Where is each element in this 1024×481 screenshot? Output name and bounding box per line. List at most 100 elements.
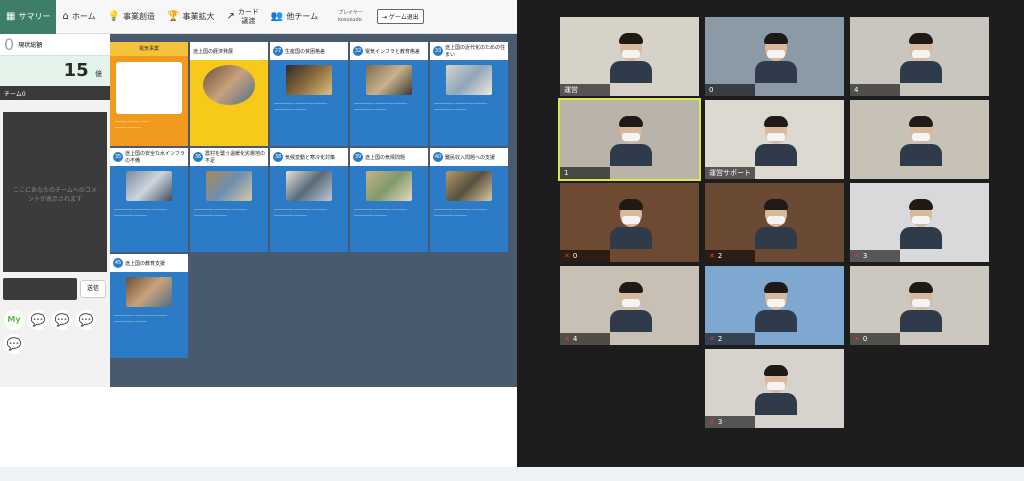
speech-bubble-icon[interactable]: 💬 (76, 310, 96, 330)
participant-hair (619, 282, 643, 293)
home-icon: ⌂ (62, 11, 69, 22)
nav-business-expand[interactable]: 🏆 事業拡大 (161, 0, 220, 34)
card-39[interactable]: 39 途上国の気候問題 ──────── ─────── ────── ─────… (350, 148, 428, 252)
player-name: kosuzudo (338, 16, 362, 23)
card-45[interactable]: 45 途上国の教育支援 ──────── ─────── ────── ─────… (110, 254, 188, 358)
card-number: 27 (273, 46, 283, 56)
participant-mask (767, 133, 785, 141)
participant-name-bar: ✕ 0 (850, 333, 900, 345)
participant-hair (764, 365, 788, 376)
card-image (366, 171, 412, 201)
participant-mask (622, 50, 640, 58)
participant-tile[interactable]: ✕ 2 (705, 266, 844, 345)
participant-tile[interactable]: ✕ 3 (850, 183, 989, 262)
participant-video (755, 116, 797, 166)
card-image (366, 65, 412, 95)
participant-hair (764, 116, 788, 127)
participant-name-bar: ✕ 3 (850, 250, 900, 262)
card-yellow[interactable]: 途上国の経済発展 (190, 42, 268, 146)
card-orange-image (116, 62, 182, 114)
participant-hair (909, 116, 933, 127)
card-35[interactable]: 35 途上国の安全な水インフラの不備 ──────── ─────── ─────… (110, 148, 188, 252)
mic-muted-icon: ✕ (854, 252, 860, 260)
card-27[interactable]: 27 生産国の貧困格差 ──────── ─────── ────── ─────… (270, 42, 348, 146)
participant-mask (912, 50, 930, 58)
participant-hair (619, 116, 643, 127)
nav-create-label: 事業創造 (123, 12, 156, 21)
card-number: 38 (273, 152, 283, 162)
nav-home[interactable]: ⌂ ホーム (56, 0, 101, 34)
card-number: 36 (193, 152, 203, 162)
participant-name: 運営サポート (709, 169, 751, 177)
card-38[interactable]: 38 気候変動と寒冷化対策 ──────── ─────── ────── ───… (270, 148, 348, 252)
team-chat-log: ここにあなたのチームへのコメントが表示されます (3, 112, 107, 272)
participant-tile[interactable]: ✕ 0 (560, 183, 699, 262)
stamp-palette: My 💬 💬 💬 💬 (4, 310, 108, 354)
participant-video (900, 282, 942, 332)
participant-tile[interactable]: 4 (850, 17, 989, 96)
nav-summary[interactable]: ▦ サマリー (0, 0, 57, 34)
card-33[interactable]: 33 途上国の近代化のための住まい ──────── ─────── ──────… (430, 42, 508, 146)
participant-hair (619, 199, 643, 210)
participant-video (755, 199, 797, 249)
nav-card-exchange[interactable]: ↗ カード 譲渡 (220, 0, 264, 34)
participant-tile[interactable]: ✕ 3 (705, 349, 844, 428)
bottom-strip (0, 467, 1024, 481)
mic-muted-icon: ✕ (709, 252, 715, 260)
card-title: 途上国の安全な水インフラの不備 (125, 151, 185, 164)
card-image (286, 171, 332, 201)
participant-body (755, 61, 797, 83)
card-orange-text: ───── ───── ─── ───── ───── (115, 119, 149, 130)
card-32[interactable]: 32 電気インフラと教育格差 ──────── ─────── ────── ──… (350, 42, 428, 146)
card-header: 32 電気インフラと教育格差 (350, 42, 428, 60)
participant-name: 2 (717, 335, 723, 343)
card-title: 生産国の貧困格差 (285, 48, 326, 55)
card-image (446, 65, 492, 95)
participant-tile[interactable]: ✕ 4 (560, 266, 699, 345)
card-orange[interactable]: 電気事業 ───── ───── ─── ───── ───── (110, 42, 188, 146)
card-36[interactable]: 36 農村を襲う温暖化劣悪地の不足 ──────── ─────── ──────… (190, 148, 268, 252)
chat-input[interactable] (3, 278, 77, 300)
card-text: ──────── ─────── ────── ──────── ───── (354, 207, 408, 218)
participant-mask (622, 299, 640, 307)
participant-name: 3 (862, 252, 868, 260)
card-number: 39 (353, 152, 363, 162)
participant-tile[interactable] (850, 100, 989, 179)
logout-button[interactable]: ⇥ ゲーム退出 (376, 9, 424, 24)
card-image (126, 277, 172, 307)
participant-video (610, 116, 652, 166)
send-button[interactable]: 送信 (80, 280, 106, 298)
participant-body (610, 310, 652, 332)
participant-tile[interactable]: ✕ 0 (850, 266, 989, 345)
card-number: 40 (433, 152, 443, 162)
card-image (126, 171, 172, 201)
participant-body (900, 227, 942, 249)
participant-hair (764, 33, 788, 44)
participant-hair (764, 282, 788, 293)
participant-name: 0 (572, 252, 578, 260)
grid-icon: ▦ (6, 11, 16, 22)
card-header: 38 気候変動と寒冷化対策 (270, 148, 348, 166)
game-app-window: ▦ サマリー ⌂ ホーム 💡 事業創造 🏆 事業拡大 ↗ カード 譲渡 👥 他チ… (0, 0, 517, 481)
nav-other-team[interactable]: 👥 他チーム (265, 0, 324, 34)
participant-tile[interactable]: 1 (558, 98, 701, 181)
speech-bubble-icon[interactable]: 💬 (28, 310, 48, 330)
card-title: 難民収入問題への支援 (445, 154, 496, 161)
participant-tile[interactable]: ✕ 2 (705, 183, 844, 262)
card-orange-title: 電気事業 (110, 42, 188, 56)
player-info: プレイヤー kosuzudo (338, 10, 363, 24)
arrow-icon: ↗ (226, 11, 235, 22)
participant-tile[interactable]: 運営 (560, 17, 699, 96)
speech-bubble-icon[interactable]: 💬 (52, 310, 72, 330)
mic-muted-icon: ✕ (564, 335, 570, 343)
card-yellow-image (203, 65, 255, 105)
stamp-my[interactable]: My (4, 310, 24, 330)
participant-tile[interactable]: 運営サポート (705, 100, 844, 179)
nav-business-create[interactable]: 💡 事業創造 (102, 0, 161, 34)
participant-mask (622, 216, 640, 224)
participant-tile[interactable]: 0 (705, 17, 844, 96)
card-40[interactable]: 40 難民収入問題への支援 ──────── ─────── ────── ───… (430, 148, 508, 252)
card-number: 32 (353, 46, 363, 56)
speech-bubble-icon[interactable]: 💬 (4, 334, 24, 354)
player-label: プレイヤー (338, 9, 363, 16)
